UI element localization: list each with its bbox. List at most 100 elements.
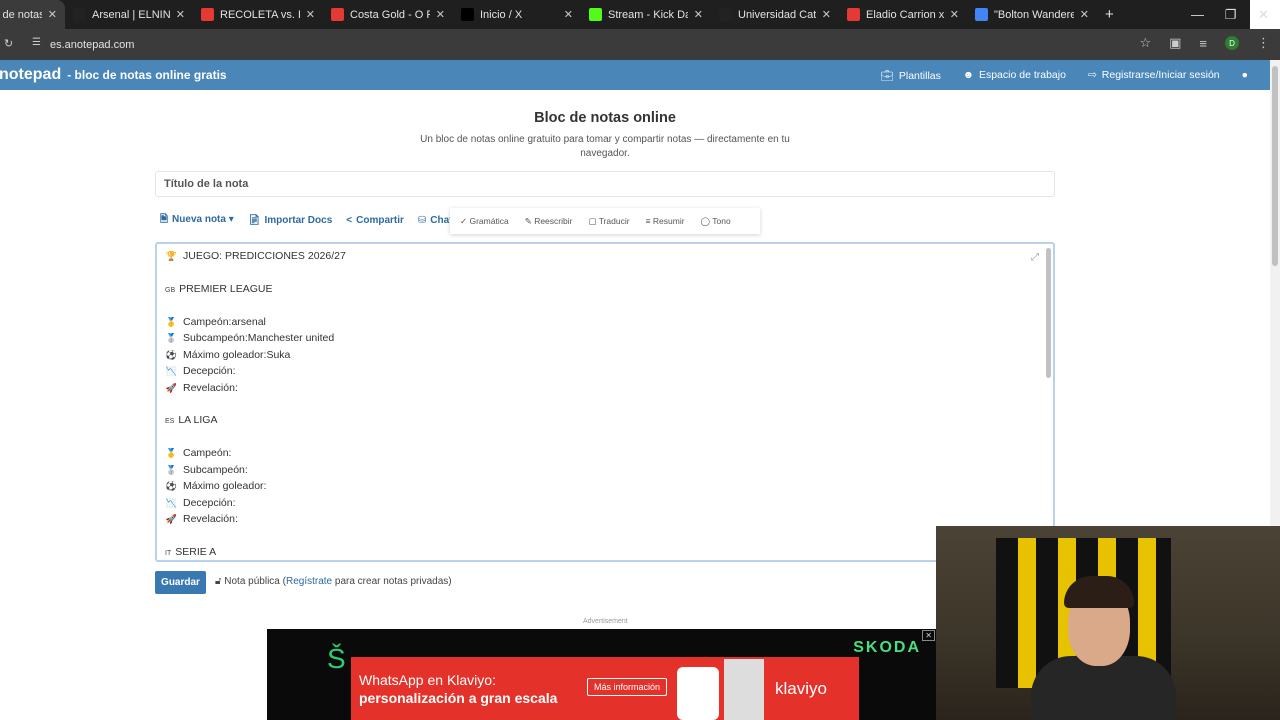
save-button[interactable]: Guardar bbox=[155, 571, 206, 594]
rewrite-button[interactable]: ✎ Reescribir bbox=[525, 216, 573, 227]
note-line-text: Máximo goleador: bbox=[183, 480, 267, 492]
browser-tab[interactable]: Costa Gold - O Pa ✕ bbox=[323, 0, 453, 29]
unlock-icon: 🔓︎ bbox=[215, 576, 222, 587]
silver-medal-icon: 🥈 bbox=[165, 465, 178, 475]
tab-title: Eladio Carrion x Nata bbox=[866, 8, 944, 21]
new-note-button[interactable]: 🗎︎ Nueva nota ▾ bbox=[160, 212, 234, 229]
flag-icon: IT bbox=[165, 550, 172, 557]
browser-tab[interactable]: Universidad Católica ✕ bbox=[711, 0, 839, 29]
nav-login[interactable]: ⇨ Registrarse/Iniciar sesión bbox=[1088, 69, 1220, 81]
browser-tab[interactable]: "Bolton Wanderers - ✕ bbox=[967, 0, 1097, 29]
note-line-text: Subcampeón:Manchester united bbox=[183, 332, 335, 344]
tab-close-icon[interactable]: ✕ bbox=[822, 8, 831, 21]
extensions-icon[interactable]: ▣ bbox=[1169, 35, 1181, 51]
tab-close-icon[interactable]: ✕ bbox=[950, 8, 959, 21]
webcam-person-hair bbox=[1064, 576, 1134, 608]
browser-tab[interactable]: Eladio Carrion x Nata ✕ bbox=[839, 0, 967, 29]
note-line-text: PREMIER LEAGUE bbox=[179, 283, 273, 295]
trophy-icon: 🏆 bbox=[165, 251, 178, 261]
restore-icon[interactable]: ❐ bbox=[1214, 7, 1247, 23]
note-line: 📉 Decepción: bbox=[165, 496, 236, 510]
doc-icon: 📄︎ bbox=[247, 214, 261, 226]
tab-close-icon[interactable]: ✕ bbox=[48, 8, 57, 21]
site-logo[interactable]: notepad bbox=[0, 66, 61, 84]
close-window-icon[interactable]: ✕ bbox=[1247, 7, 1280, 23]
tab-title: "Bolton Wanderers - bbox=[994, 8, 1074, 21]
nav-label: Plantillas bbox=[898, 69, 941, 82]
public-note-label: Nota pública ( bbox=[224, 576, 286, 587]
browser-tab[interactable]: Inicio / X ✕ bbox=[453, 0, 581, 29]
soccer-ball-icon: ⚽ bbox=[165, 481, 178, 491]
note-line: 📉 Decepción: bbox=[165, 364, 236, 378]
flag-icon: ES bbox=[165, 418, 175, 425]
ad-cta-button[interactable]: Más información bbox=[587, 678, 668, 696]
tab-close-icon[interactable]: ✕ bbox=[176, 8, 185, 21]
site-info-icon[interactable]: ☰ bbox=[32, 37, 41, 48]
page-title: Bloc de notas online bbox=[534, 110, 676, 126]
bookmark-star-icon[interactable]: ☆ bbox=[1139, 35, 1151, 51]
flag-icon: GB bbox=[165, 287, 176, 294]
minimize-icon[interactable]: — bbox=[1181, 7, 1214, 22]
tone-button[interactable]: ◯ Tono bbox=[701, 216, 731, 227]
tab-favicon-icon bbox=[331, 8, 344, 21]
tab-close-icon[interactable]: ✕ bbox=[694, 8, 703, 21]
import-docs-button[interactable]: 📄︎ Importar Docs bbox=[248, 215, 333, 226]
tab-close-icon[interactable]: ✕ bbox=[1080, 8, 1089, 21]
profile-avatar[interactable]: D bbox=[1225, 36, 1239, 50]
expand-icon[interactable]: ⤢ bbox=[1031, 252, 1039, 263]
login-icon: ⇨ bbox=[1087, 69, 1097, 81]
ad-advertiser: klaviyo bbox=[775, 679, 827, 698]
note-line-text: Campeón: bbox=[183, 447, 232, 459]
nav-plantillas[interactable]: 💼︎ Plantillas bbox=[881, 69, 941, 82]
note-title-input[interactable]: Título de la nota bbox=[155, 171, 1055, 197]
ad-close-icon[interactable]: ✕ bbox=[922, 630, 935, 641]
note-line: ⚽ Máximo goleador:Suka bbox=[165, 348, 291, 362]
tab-title: Arsenal | ELNINE bbox=[92, 8, 170, 21]
summarize-button[interactable]: ≡ Resumir bbox=[646, 216, 685, 226]
advertisement-banner[interactable]: Š SKODA WhatsApp en Klaviyo: personaliza… bbox=[267, 629, 937, 720]
menu-kebab-icon[interactable]: ⋮ bbox=[1257, 35, 1270, 51]
chat-button[interactable]: ⛁ Chat bbox=[418, 215, 453, 226]
tab-close-icon[interactable]: ✕ bbox=[564, 8, 573, 21]
note-line: 🏆 JUEGO: PREDICCIONES 2026/27 bbox=[165, 249, 346, 263]
tab-favicon-icon bbox=[719, 8, 732, 21]
note-line-text: SERIE A bbox=[175, 546, 217, 558]
silver-medal-icon: 🥈 bbox=[165, 333, 178, 343]
new-tab-button[interactable]: + bbox=[1097, 0, 1122, 29]
share-button[interactable]: < Compartir bbox=[346, 215, 404, 226]
globe-icon[interactable]: ● bbox=[1242, 69, 1248, 81]
tab-close-icon[interactable]: ✕ bbox=[306, 8, 315, 21]
tab-close-icon[interactable]: ✕ bbox=[436, 8, 445, 21]
grammar-button[interactable]: ✓ Gramática bbox=[460, 216, 509, 227]
url-text[interactable]: es.anotepad.com bbox=[50, 39, 134, 51]
nav-workspace[interactable]: ☻ Espacio de trabajo bbox=[963, 69, 1066, 81]
note-line: ES LA LIGA bbox=[165, 413, 217, 427]
note-line: 🥇 Campeón:arsenal bbox=[165, 315, 266, 329]
toolbar-label: Nueva nota bbox=[172, 213, 226, 225]
public-note-label-end: para crear notas privadas) bbox=[332, 576, 452, 587]
browser-tab[interactable]: Bloc de notas en línea ✕ bbox=[0, 0, 65, 29]
note-line-text: Campeón:arsenal bbox=[183, 316, 266, 328]
site-tagline: - bloc de notas online gratis bbox=[67, 68, 227, 82]
editor-scrollbar[interactable] bbox=[1046, 248, 1051, 378]
note-line: 🥈 Subcampeón:Manchester united bbox=[165, 331, 334, 345]
note-line-text: Revelación: bbox=[183, 513, 238, 525]
reload-icon[interactable]: ↻ bbox=[4, 37, 13, 50]
editor-toolbar: 🗎︎ Nueva nota ▾ 📄︎ Importar Docs < Comparti… bbox=[160, 212, 453, 228]
register-link[interactable]: Regístrate bbox=[286, 576, 332, 587]
note-line-text: JUEGO: PREDICCIONES 2026/27 bbox=[183, 250, 346, 262]
note-line: 🥈 Subcampeón: bbox=[165, 463, 248, 477]
ai-tool-label: Reescribir bbox=[534, 215, 573, 226]
scrollbar-thumb[interactable] bbox=[1272, 66, 1278, 266]
window-controls: — ❐ ✕ bbox=[1181, 0, 1280, 29]
browser-tab[interactable]: Stream - Kick Dashb ✕ bbox=[581, 0, 711, 29]
media-icon[interactable]: ≡ bbox=[1199, 36, 1207, 51]
address-bar: ↻ ☰ es.anotepad.com ☆ ▣ ≡ D ⋮ bbox=[0, 29, 1280, 60]
tab-title: Inicio / X bbox=[480, 8, 523, 21]
browser-tab[interactable]: RECOLETA vs. BOCA J ✕ bbox=[193, 0, 323, 29]
browser-tab[interactable]: Arsenal | ELNINE ✕ bbox=[65, 0, 193, 29]
tab-favicon-icon bbox=[975, 8, 988, 21]
site-header: notepad - bloc de notas online gratis 💼︎… bbox=[0, 60, 1270, 90]
translate-button[interactable]: ▢ Traducir bbox=[588, 216, 629, 227]
note-editor[interactable]: ⤢ 🏆 JUEGO: PREDICCIONES 2026/27 GB PREMIER … bbox=[155, 242, 1055, 562]
